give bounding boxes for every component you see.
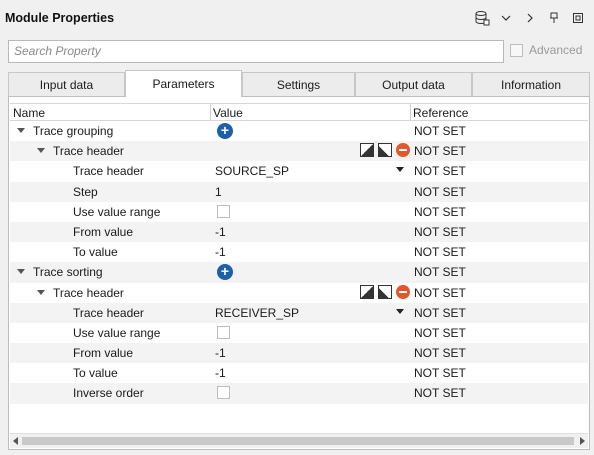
property-name: Trace grouping	[33, 124, 114, 138]
item-actions	[360, 284, 414, 299]
expand-arrow-icon[interactable]	[37, 289, 45, 295]
move-up-icon[interactable]	[360, 284, 374, 299]
property-name: Inverse order	[73, 386, 144, 401]
value-checkbox[interactable]	[217, 204, 230, 218]
property-name: Trace header	[53, 144, 124, 159]
dropdown-arrow-icon[interactable]	[396, 308, 404, 314]
reference-value[interactable]: NOT SET	[414, 346, 466, 360]
title-bar: Module Properties	[0, 0, 594, 36]
column-divider[interactable]	[210, 104, 211, 121]
tab-output-data[interactable]: Output data	[355, 72, 472, 96]
property-name: Trace header	[53, 285, 124, 300]
property-name: Use value range	[73, 204, 161, 219]
dropdown-arrow-icon[interactable]	[396, 167, 404, 173]
tab-settings[interactable]: Settings	[242, 72, 355, 96]
property-name: From value	[73, 224, 134, 239]
move-down-icon[interactable]	[378, 284, 392, 299]
reference-value[interactable]: NOT SET	[414, 386, 466, 400]
reference-value[interactable]: NOT SET	[414, 326, 466, 340]
table-row[interactable]: Trace sorting + NOT SET	[10, 262, 588, 283]
reference-value[interactable]: NOT SET	[414, 286, 466, 300]
item-actions	[360, 143, 414, 158]
chevron-down-icon[interactable]	[496, 9, 516, 27]
property-name: Use value range	[73, 325, 161, 340]
add-item-icon[interactable]: +	[217, 123, 233, 139]
table-row[interactable]: Trace header NOT SET	[10, 283, 588, 303]
value-field[interactable]: -1	[215, 366, 226, 380]
value-checkbox[interactable]	[217, 325, 230, 339]
value-field[interactable]: 1	[215, 185, 222, 199]
window-title: Module Properties	[5, 11, 115, 25]
remove-item-icon[interactable]	[396, 284, 410, 299]
parameters-panel: Name Value Reference Trace grouping + NOT …	[8, 96, 590, 450]
restore-icon[interactable]	[568, 9, 588, 27]
reference-value[interactable]: NOT SET	[414, 205, 466, 219]
reference-value[interactable]: NOT SET	[414, 306, 466, 320]
move-down-icon[interactable]	[378, 143, 392, 158]
value-field[interactable]: -1	[215, 346, 226, 360]
advanced-label: Advanced	[529, 43, 583, 57]
property-table: Name Value Reference Trace grouping + NOT …	[10, 103, 588, 404]
property-name: To value	[73, 366, 118, 381]
table-row[interactable]: Trace header SOURCE_SP NOT SET	[10, 161, 588, 181]
property-name: Trace header	[73, 305, 144, 320]
table-row[interactable]: Trace header RECEIVER_SP NOT SET	[10, 302, 588, 323]
value-field[interactable]: -1	[215, 225, 226, 239]
value-checkbox[interactable]	[217, 386, 230, 400]
table-row[interactable]: Inverse order NOT SET	[10, 383, 588, 404]
scroll-left-arrow-icon[interactable]	[13, 437, 18, 445]
property-name: Trace sorting	[33, 265, 103, 280]
reference-value[interactable]: NOT SET	[414, 245, 466, 259]
title-bar-icons	[468, 9, 588, 27]
reference-value[interactable]: NOT SET	[414, 366, 466, 380]
expand-arrow-icon[interactable]	[17, 128, 25, 133]
table-header: Name Value Reference	[10, 103, 588, 121]
table-row[interactable]: Step 1 NOT SET	[10, 181, 588, 202]
reference-value[interactable]: NOT SET	[414, 124, 466, 138]
remove-item-icon[interactable]	[396, 143, 410, 158]
column-header-name[interactable]: Name	[13, 106, 45, 120]
tab-bar: Input data Parameters Settings Output da…	[8, 70, 590, 97]
table-body: Trace grouping + NOT SET Trace header NOT SE…	[10, 121, 588, 404]
value-dropdown[interactable]: RECEIVER_SP	[215, 306, 299, 320]
reference-value[interactable]: NOT SET	[414, 225, 466, 239]
reference-value[interactable]: NOT SET	[414, 265, 466, 279]
table-row[interactable]: Use value range NOT SET	[10, 202, 588, 222]
advanced-checkbox-box[interactable]	[510, 43, 523, 57]
expand-arrow-icon[interactable]	[37, 148, 45, 154]
pin-icon[interactable]	[544, 9, 564, 27]
property-name: Step	[73, 184, 98, 199]
table-row[interactable]: To value -1 NOT SET	[10, 363, 588, 383]
search-input[interactable]: Search Property	[8, 40, 504, 63]
database-icon[interactable]	[472, 9, 492, 27]
horizontal-scrollbar[interactable]	[10, 433, 588, 448]
table-row[interactable]: Trace grouping + NOT SET	[10, 121, 588, 141]
scroll-right-arrow-icon[interactable]	[580, 437, 585, 445]
column-divider[interactable]	[410, 104, 411, 121]
advanced-checkbox[interactable]: Advanced	[510, 43, 582, 57]
table-row[interactable]: Use value range NOT SET	[10, 323, 588, 343]
table-row[interactable]: From value -1 NOT SET	[10, 221, 588, 243]
table-row[interactable]: From value -1 NOT SET	[10, 343, 588, 364]
column-header-reference[interactable]: Reference	[413, 106, 468, 120]
table-row[interactable]: Trace header NOT SET	[10, 141, 588, 162]
tab-input-data[interactable]: Input data	[8, 72, 125, 96]
reference-value[interactable]: NOT SET	[414, 185, 466, 199]
reference-value[interactable]: NOT SET	[414, 164, 466, 178]
move-up-icon[interactable]	[360, 143, 374, 158]
property-name: To value	[73, 245, 118, 260]
property-name: From value	[73, 346, 134, 361]
add-item-icon[interactable]: +	[217, 264, 233, 281]
tab-information[interactable]: Information	[472, 72, 590, 96]
property-name: Trace header	[73, 164, 144, 179]
column-header-value[interactable]: Value	[213, 106, 243, 120]
value-dropdown[interactable]: SOURCE_SP	[215, 164, 289, 178]
value-field[interactable]: -1	[215, 245, 226, 259]
table-row[interactable]: To value -1 NOT SET	[10, 242, 588, 262]
scrollbar-thumb[interactable]	[22, 437, 574, 445]
reference-value[interactable]: NOT SET	[414, 144, 466, 158]
expand-arrow-icon[interactable]	[17, 269, 25, 275]
tab-parameters[interactable]: Parameters	[125, 70, 242, 97]
chevron-right-icon[interactable]	[520, 9, 540, 27]
